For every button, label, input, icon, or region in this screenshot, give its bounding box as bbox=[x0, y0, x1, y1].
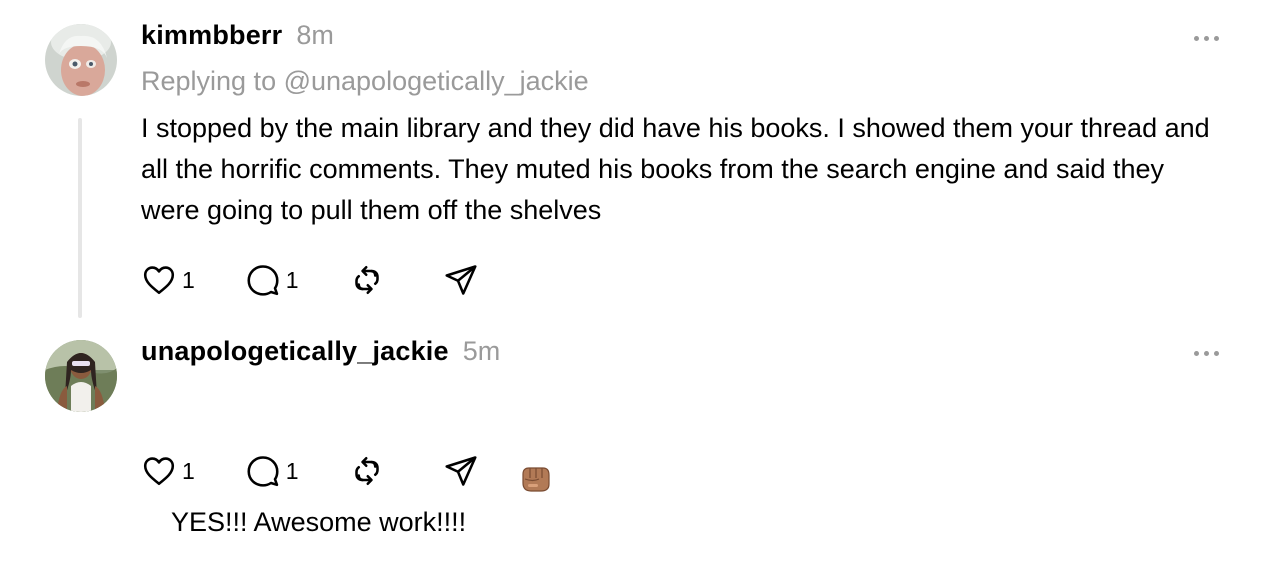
more-icon[interactable] bbox=[1190, 343, 1222, 363]
share-button[interactable] bbox=[443, 262, 479, 298]
share-icon bbox=[445, 265, 477, 295]
post-header: kimmbberr 8m bbox=[141, 20, 334, 51]
share-icon bbox=[445, 456, 477, 486]
like-button[interactable]: 1 bbox=[141, 262, 195, 298]
fist-bump-emoji bbox=[474, 423, 551, 547]
reply-count: 1 bbox=[285, 457, 299, 484]
user-avatar[interactable] bbox=[45, 340, 117, 412]
reply-count: 1 bbox=[285, 266, 299, 293]
like-button[interactable]: 1 bbox=[141, 453, 195, 489]
heart-icon bbox=[143, 457, 175, 486]
reply-button[interactable]: 1 bbox=[245, 453, 299, 489]
post-actions: 1 1 bbox=[141, 453, 479, 489]
thread-line bbox=[78, 118, 82, 318]
comment-icon bbox=[247, 456, 279, 487]
repost-button[interactable] bbox=[349, 453, 385, 489]
post-actions: 1 1 bbox=[141, 262, 479, 298]
reply-button[interactable]: 1 bbox=[245, 262, 299, 298]
user-avatar[interactable] bbox=[45, 24, 117, 96]
like-count: 1 bbox=[182, 266, 195, 293]
post-header: unapologetically_jackie 5m bbox=[141, 336, 500, 367]
heart-icon bbox=[143, 266, 175, 295]
post-text: I stopped by the main library and they d… bbox=[141, 113, 1218, 225]
repost-button[interactable] bbox=[349, 262, 385, 298]
post-text: YES!!! Awesome work!!!! bbox=[171, 507, 467, 537]
username[interactable]: kimmbberr bbox=[141, 20, 282, 51]
share-button[interactable] bbox=[443, 453, 479, 489]
like-count: 1 bbox=[182, 457, 195, 484]
repost-icon bbox=[354, 456, 379, 486]
comment-icon bbox=[247, 265, 279, 296]
username[interactable]: unapologetically_jackie bbox=[141, 336, 449, 367]
more-icon[interactable] bbox=[1190, 28, 1222, 48]
repost-icon bbox=[354, 265, 379, 295]
replying-to-text[interactable]: Replying to @unapologetically_jackie bbox=[141, 66, 589, 97]
timestamp[interactable]: 5m bbox=[463, 336, 501, 367]
timestamp[interactable]: 8m bbox=[296, 20, 334, 51]
